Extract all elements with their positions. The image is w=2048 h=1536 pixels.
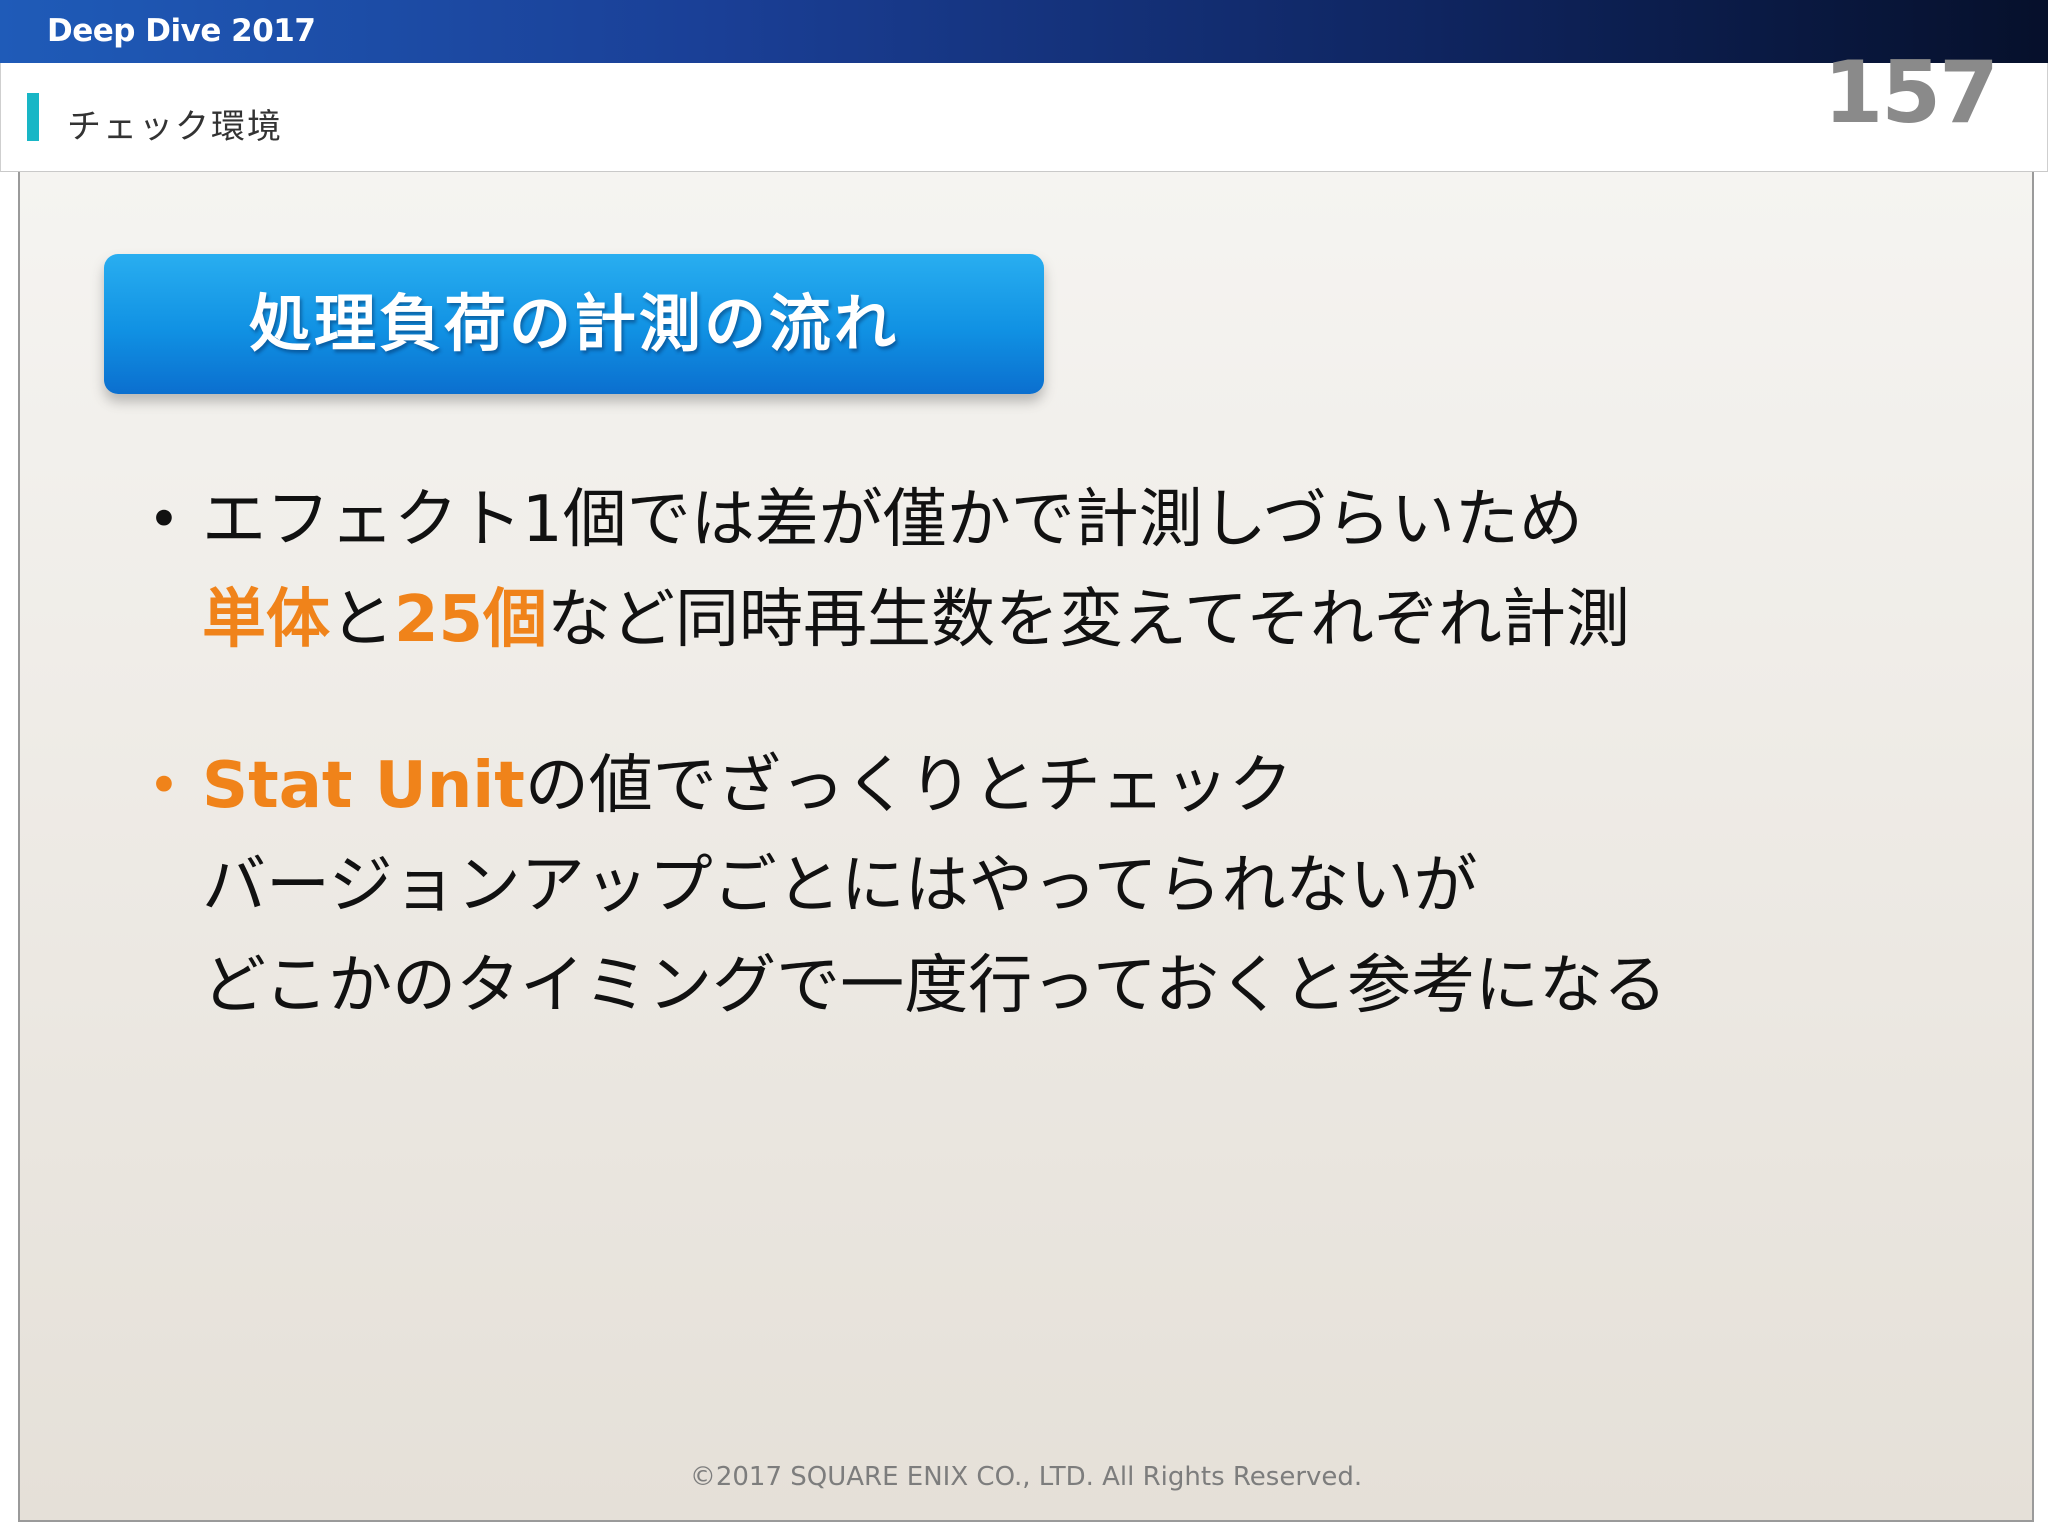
bullet-line: 単体と25個など同時再生数を変えてそれぞれ計測 <box>202 570 2020 670</box>
bullet-line: バージョンアップごとにはやってられないが <box>202 849 1478 923</box>
slide-body: 処理負荷の計測の流れ • エフェクト1個では差が僅かで計測しづらいため 単体と2… <box>18 172 2034 1522</box>
bullet-dot: • <box>148 754 180 817</box>
highlight-text: Stat Unit <box>202 749 525 823</box>
body-text: と <box>330 583 394 657</box>
bullet-item-2: • Stat Unitの値でざっくりとチェック バージョンアップごとにはやってら… <box>140 736 2020 1036</box>
bullet-line: どこかのタイミングで一度行っておくと参考になる <box>202 949 1667 1023</box>
heading-banner: 処理負荷の計測の流れ <box>104 254 1044 394</box>
section-title: チェック環境 <box>67 107 283 147</box>
highlight-text: 25個 <box>394 583 548 657</box>
section-marker <box>27 93 39 141</box>
body-text: の値でざっくりとチェック <box>524 749 1293 823</box>
heading-text: 処理負荷の計測の流れ <box>248 287 899 360</box>
page-number: 157 <box>1823 43 1999 143</box>
copyright-footer: ©2017 SQUARE ENIX CO., LTD. All Rights R… <box>689 1462 1363 1492</box>
bullet-line: エフェクト1個では差が僅かで計測しづらいため <box>202 483 1583 557</box>
top-banner: Deep Dive 2017 <box>0 0 2048 63</box>
bullet-line: Stat Unitの値でざっくりとチェック <box>202 736 2020 836</box>
body-text: など同時再生数を変えてそれぞれ計測 <box>547 583 1630 657</box>
event-brand: Deep Dive 2017 <box>47 13 316 49</box>
bullet-item-1: • エフェクト1個では差が僅かで計測しづらいため 単体と25個など同時再生数を変… <box>140 470 2020 670</box>
bullet-list: • エフェクト1個では差が僅かで計測しづらいため 単体と25個など同時再生数を変… <box>140 470 2020 1102</box>
slide-header: チェック環境 157 <box>0 43 2048 172</box>
bullet-dot: • <box>148 488 180 551</box>
highlight-text: 単体 <box>202 583 330 657</box>
